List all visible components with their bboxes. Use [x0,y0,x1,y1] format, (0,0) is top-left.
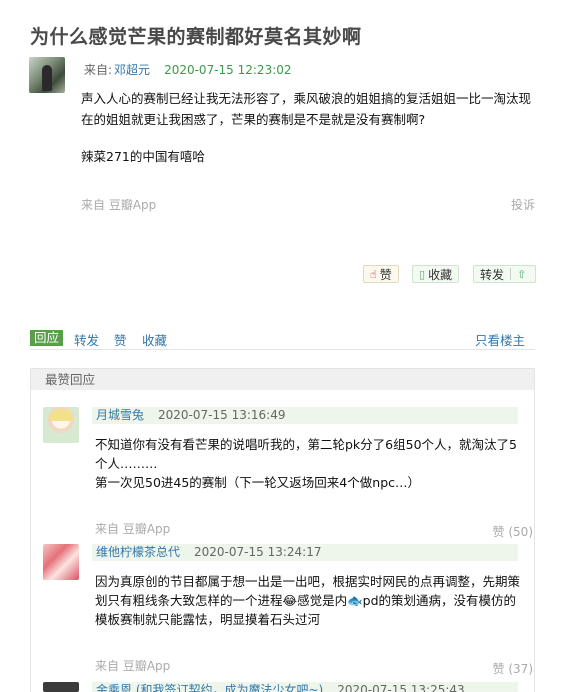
tab-reply[interactable]: 回应 [30,330,64,346]
reply-tabs: 回应 转发 赞 收藏 只看楼主 [30,330,535,350]
tab-collect[interactable]: 收藏 [142,330,167,349]
post-paragraph: 辣菜271的中国有嘻哈 [81,149,205,164]
meta-prefix: 来自: [84,63,113,77]
collect-label: 收藏 [428,267,453,282]
bookmark-icon: ▯ [419,267,426,281]
commenter-name[interactable]: 维他柠檬茶总代 [96,545,180,559]
repost-button[interactable]: 转发 ⇧ [473,265,537,283]
commenter-avatar[interactable] [43,407,79,443]
comment-like-button[interactable]: 赞 (50) [493,523,533,540]
hot-comments-header: 最赞回应 [31,369,534,390]
author-avatar[interactable] [29,57,65,93]
only-op-link[interactable]: 只看楼主 [475,330,525,349]
report-link[interactable]: 投诉 [511,196,535,213]
tab-like[interactable]: 赞 [114,330,127,349]
commenter-name[interactable]: 金乘恩 (和我签订契约，成为魔法少女吧~) [96,683,323,692]
repost-label: 转发 [480,267,505,282]
post-time: 2020-07-15 12:23:02 [164,63,292,77]
thumb-up-icon: ☝ [370,267,377,281]
post-title: 为什么感觉芒果的赛制都好莫名其妙啊 [30,26,362,48]
comment-time: 2020-07-15 13:25:43 [337,683,465,692]
comment-like-button[interactable]: 赞 (37) [493,660,533,677]
post-source: 来自 豆瓣App [81,198,157,212]
post-meta: 来自: 邓超元 2020-07-15 12:23:02 [84,61,292,78]
comment-line: 不知道你有没有看芒果的说唱听我的，第二轮pk分了6组50个人，就淘汰了5个人……… [95,437,517,471]
post-body: 声入人心的赛制已经让我无法形容了，乘风破浪的姐姐搞的复活姐姐一比一淘汰现在的姐姐… [81,88,541,167]
comment-line: 第一次见50进45的赛制（下一轮又返场回来4个做npc…） [95,475,420,490]
post-paragraph: 声入人心的赛制已经让我无法形容了，乘风破浪的姐姐搞的复活姐姐一比一淘汰现在的姐姐… [81,91,532,127]
comment-header: 维他柠檬茶总代 2020-07-15 13:24:17 [92,544,518,561]
like-button[interactable]: ☝ 赞 [363,265,399,283]
comment-source: 来自 豆瓣App [95,522,171,536]
tab-repost[interactable]: 转发 [74,330,99,349]
comment-text: 因为真原创的节目都属于想一出是一出吧，根据实时网民的点再调整，先期策划只有粗线条… [95,572,520,629]
comment-header: 月城雪兔 2020-07-15 13:16:49 [92,407,518,424]
comment-time: 2020-07-15 13:24:17 [194,545,322,559]
collect-button[interactable]: ▯ 收藏 [412,265,460,283]
comment-time: 2020-07-15 13:16:49 [158,408,286,422]
author-link[interactable]: 邓超元 [114,63,150,77]
share-icon: ⇧ [517,267,527,281]
comment-header: 金乘恩 (和我签订契约，成为魔法少女吧~) 2020-07-15 13:25:43 [92,682,518,692]
commenter-avatar[interactable] [43,544,79,580]
commenter-avatar[interactable] [43,682,79,692]
commenter-name[interactable]: 月城雪兔 [96,408,144,422]
like-label: 赞 [379,267,392,282]
comment-text: 不知道你有没有看芒果的说唱听我的，第二轮pk分了6组50个人，就淘汰了5个人……… [95,435,520,492]
comment-source: 来自 豆瓣App [95,659,171,673]
comment-line: 因为真原创的节目都属于想一出是一出吧，根据实时网民的点再调整，先期策划只有粗线条… [95,574,521,627]
